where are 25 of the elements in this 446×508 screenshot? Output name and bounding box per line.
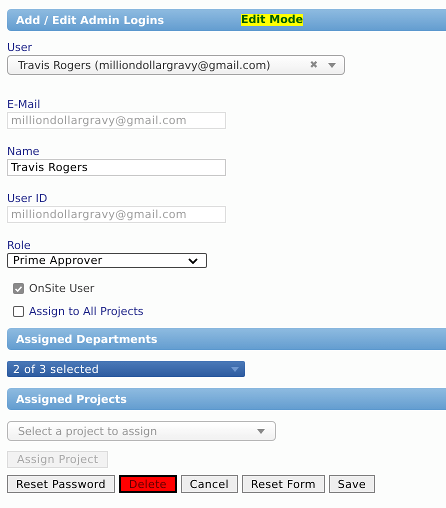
checkbox-label: OnSite User: [29, 282, 94, 295]
caret-icon: [328, 62, 336, 68]
check-icon: [15, 286, 22, 292]
action-button[interactable]: Cancel: [180, 475, 238, 493]
departments-dropdown[interactable]: 2 of 3 selected: [7, 361, 245, 377]
user-select[interactable]: Travis Rogers (milliondollargravy@gmail.com) ✖: [7, 55, 345, 75]
field-label: Role: [7, 239, 32, 252]
caret-icon: [257, 428, 265, 434]
caret-icon: [231, 366, 239, 372]
field-label: User ID: [7, 192, 48, 205]
role-select[interactable]: Prime Approver: [7, 253, 207, 268]
chevron-down-icon: [188, 258, 198, 264]
section-title: Add / Edit Admin Logins: [16, 14, 166, 26]
action-button[interactable]: Save: [328, 475, 375, 493]
section-title: Assigned Departments: [16, 332, 158, 346]
checkbox[interactable]: [13, 306, 24, 317]
field-label: E-Mail: [7, 98, 42, 111]
field-label: Name: [7, 145, 40, 158]
section-title: Assigned Projects: [16, 392, 128, 406]
text-input[interactable]: Travis Rogers: [7, 159, 226, 176]
action-button[interactable]: Reset Password: [7, 475, 115, 493]
field-label: User: [7, 41, 34, 54]
mode-badge: Edit Mode: [241, 14, 304, 26]
checkbox-label: Assign to All Projects: [29, 305, 144, 318]
action-button[interactable]: Reset Form: [242, 475, 325, 493]
